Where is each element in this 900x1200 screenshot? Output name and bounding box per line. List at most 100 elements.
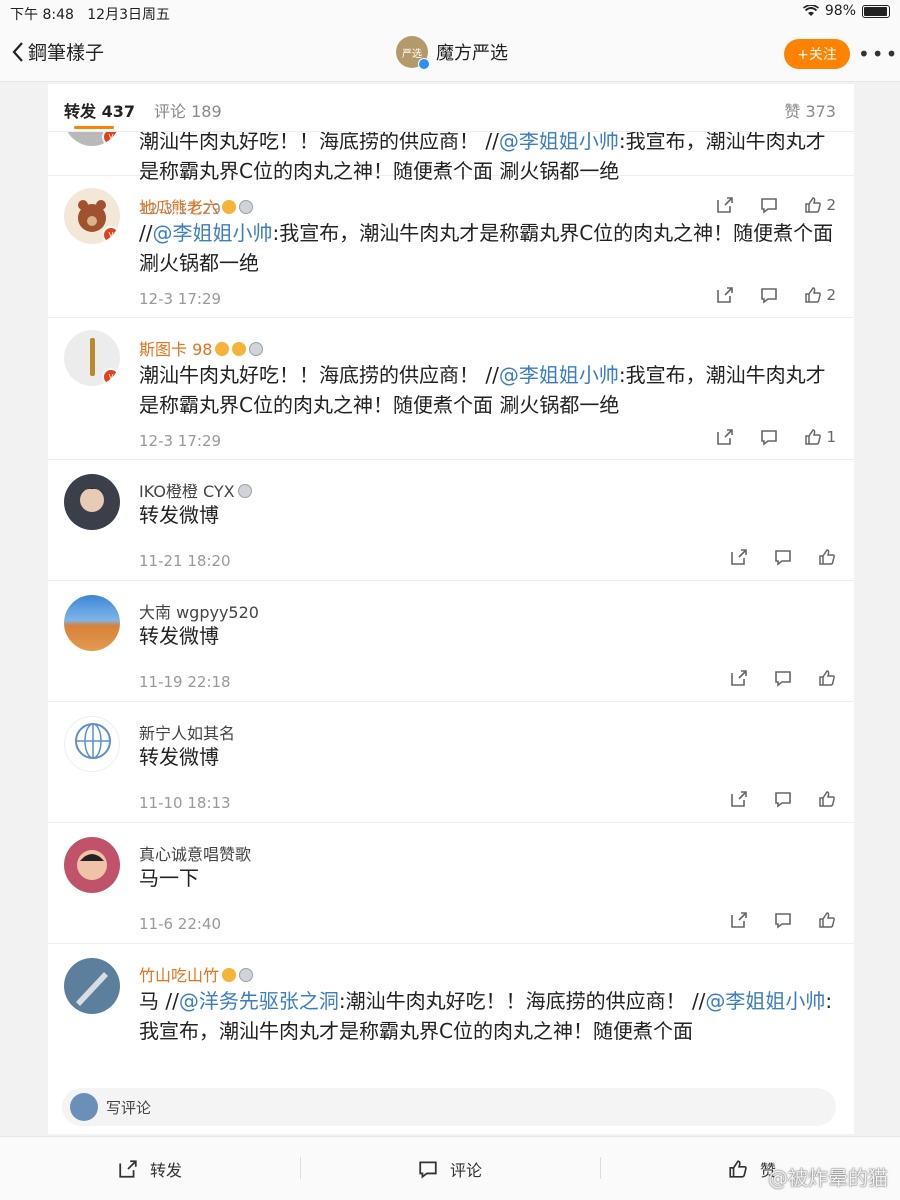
comment-icon[interactable] (774, 911, 792, 929)
share-icon[interactable] (730, 548, 748, 566)
crown-badge-icon (215, 342, 230, 356)
mention-link[interactable]: @洋务先驱张之洞 (179, 989, 339, 1013)
tab-comment[interactable]: 评论 189 (154, 98, 222, 122)
mention-link[interactable]: @李姐姐小帅 (705, 989, 825, 1013)
repost-text: 转发微博 (139, 500, 839, 530)
list-item[interactable]: 新宁人如其名 转发微博 11-10 18:13 (48, 702, 854, 823)
list-item[interactable]: 竹山吃山竹 马 //@洋务先驱张之洞:潮汕牛肉丸好吃！！海底捞的供应商！ //@… (48, 944, 854, 1054)
text-segment: 潮汕牛肉丸好吃！！海底捞的供应商！ // (139, 129, 499, 153)
medal-badge-icon (239, 200, 254, 214)
user-avatar[interactable]: v (64, 330, 120, 386)
like-button[interactable]: 2 (804, 286, 836, 304)
list-item[interactable]: v 地瓜熊老六 //@李姐姐小帅:我宣布，潮汕牛肉丸才是称霸丸界C位的肉丸之神！… (48, 176, 854, 318)
share-icon[interactable] (716, 428, 734, 446)
user-name[interactable]: 地瓜熊老六 (139, 198, 219, 217)
share-icon (119, 1160, 137, 1178)
list-item[interactable]: IKO橙橙 CYX 转发微博 11-21 18:20 (48, 460, 854, 581)
user-avatar[interactable] (64, 837, 120, 893)
user-avatar[interactable] (64, 716, 120, 772)
comment-icon[interactable] (774, 669, 792, 687)
status-time: 下午 8:48 (10, 7, 74, 23)
user-name[interactable]: 真心诚意唱赞歌 (139, 845, 251, 864)
timestamp: 12-3 17:29 (139, 290, 222, 308)
back-button[interactable]: 鋼筆樣子 (12, 38, 104, 65)
user-name[interactable]: IKO橙橙 CYX (139, 482, 235, 501)
text-segment: // (139, 221, 153, 245)
thumbs-up-icon (805, 287, 822, 303)
user-name[interactable]: 大南 wgpyy520 (139, 603, 259, 622)
bottom-action-bar: 转发 评论 赞 (0, 1136, 900, 1200)
repost-text: 马 //@洋务先驱张之洞:潮汕牛肉丸好吃！！海底捞的供应商！ //@李姐姐小帅:… (139, 986, 839, 1046)
list-item[interactable]: 大南 wgpyy520 转发微博 11-19 22:18 (48, 581, 854, 702)
comment-label: 评论 (450, 1161, 483, 1180)
comment-icon (419, 1161, 437, 1179)
share-icon[interactable] (716, 286, 734, 304)
battery-percent: 98% (824, 3, 856, 19)
verified-icon: v (102, 368, 120, 386)
more-icon[interactable]: ••• (858, 42, 899, 66)
thumbs-up-icon[interactable] (818, 548, 836, 566)
tab-repost[interactable]: 转发 437 (64, 98, 135, 122)
divider (300, 1157, 301, 1179)
text-segment: 马 // (139, 989, 179, 1013)
like-count: 2 (826, 286, 836, 304)
repost-button[interactable]: 转发 (118, 1157, 182, 1181)
timestamp: 11-21 18:20 (139, 552, 231, 570)
comment-icon[interactable] (760, 428, 778, 446)
account-avatar: 严选 (396, 36, 430, 70)
follow-button[interactable]: +关注 (784, 39, 850, 69)
share-icon[interactable] (730, 669, 748, 687)
user-avatar[interactable] (64, 958, 120, 1014)
text-segment: 马一下 (139, 866, 199, 890)
share-icon[interactable] (730, 911, 748, 929)
medal-badge-icon (237, 484, 252, 498)
user-name[interactable]: 新宁人如其名 (139, 724, 235, 743)
like-button[interactable]: 1 (804, 428, 836, 446)
active-tab-indicator (74, 126, 114, 129)
text-segment: 转发微博 (139, 745, 219, 769)
thumbs-up-icon (729, 1160, 747, 1178)
timestamp: 11-6 22:40 (139, 915, 222, 933)
user-avatar[interactable] (64, 474, 120, 530)
user-avatar[interactable]: v (64, 188, 120, 244)
mention-link[interactable]: @李姐姐小帅 (499, 363, 619, 387)
list-item[interactable]: 真心诚意唱赞歌 马一下 11-6 22:40 (48, 823, 854, 944)
repost-text: 马一下 (139, 863, 839, 893)
comment-icon[interactable] (774, 790, 792, 808)
status-bar: 下午 8:48 12月3日周五 98% (0, 0, 900, 24)
mention-link[interactable]: @李姐姐小帅 (152, 221, 272, 245)
user-name[interactable]: 斯图卡 98 (139, 340, 212, 359)
comment-icon[interactable] (774, 548, 792, 566)
account-header[interactable]: 严选 魔方严选 (396, 36, 508, 70)
repost-text: //@李姐姐小帅:我宣布，潮汕牛肉丸才是称霸丸界C位的肉丸之神！随便煮个面 涮火… (139, 218, 839, 278)
gold-badge-icon (232, 342, 247, 356)
mention-link[interactable]: @李姐姐小帅 (499, 129, 619, 153)
timestamp: 12-3 17:29 (139, 432, 222, 450)
medal-badge-icon (249, 342, 264, 356)
user-avatar[interactable] (64, 595, 120, 651)
repost-label: 转发 (150, 1161, 183, 1180)
verified-icon (418, 58, 430, 70)
text-segment: :潮汕牛肉丸好吃！！海底捞的供应商！ // (338, 989, 706, 1013)
back-label: 鋼筆樣子 (28, 42, 105, 64)
chevron-left-icon (12, 41, 23, 62)
comment-button[interactable]: 评论 (418, 1157, 482, 1181)
repost-text: 潮汕牛肉丸好吃！！海底捞的供应商！ //@李姐姐小帅:我宣布，潮汕牛肉丸才是称霸… (139, 360, 839, 420)
write-comment-placeholder: 写评论 (106, 1098, 152, 1117)
share-icon[interactable] (730, 790, 748, 808)
write-comment-input[interactable]: 写评论 (62, 1088, 836, 1126)
thumbs-up-icon[interactable] (818, 790, 836, 808)
thumbs-up-icon[interactable] (818, 911, 836, 929)
tab-likes[interactable]: 赞 373 (784, 98, 836, 122)
thumbs-up-icon[interactable] (818, 669, 836, 687)
text-segment: 潮汕牛肉丸好吃！！海底捞的供应商！ // (139, 363, 499, 387)
account-name: 魔方严选 (436, 43, 508, 64)
repost-list: v 潮汕牛肉丸好吃！！海底捞的供应商！ //@李姐姐小帅:我宣布，潮汕牛肉丸才是… (48, 90, 854, 1054)
medal-badge-icon (239, 968, 254, 982)
tab-bar: 转发 437 评论 189 赞 373 (48, 84, 854, 132)
user-name[interactable]: 竹山吃山竹 (139, 966, 219, 985)
thumbs-up-icon (805, 429, 822, 445)
nav-bar: 鋼筆樣子 严选 魔方严选 +关注 ••• (0, 24, 900, 82)
comment-icon[interactable] (760, 286, 778, 304)
list-item[interactable]: v 斯图卡 98 潮汕牛肉丸好吃！！海底捞的供应商！ //@李姐姐小帅:我宣布，… (48, 318, 854, 460)
